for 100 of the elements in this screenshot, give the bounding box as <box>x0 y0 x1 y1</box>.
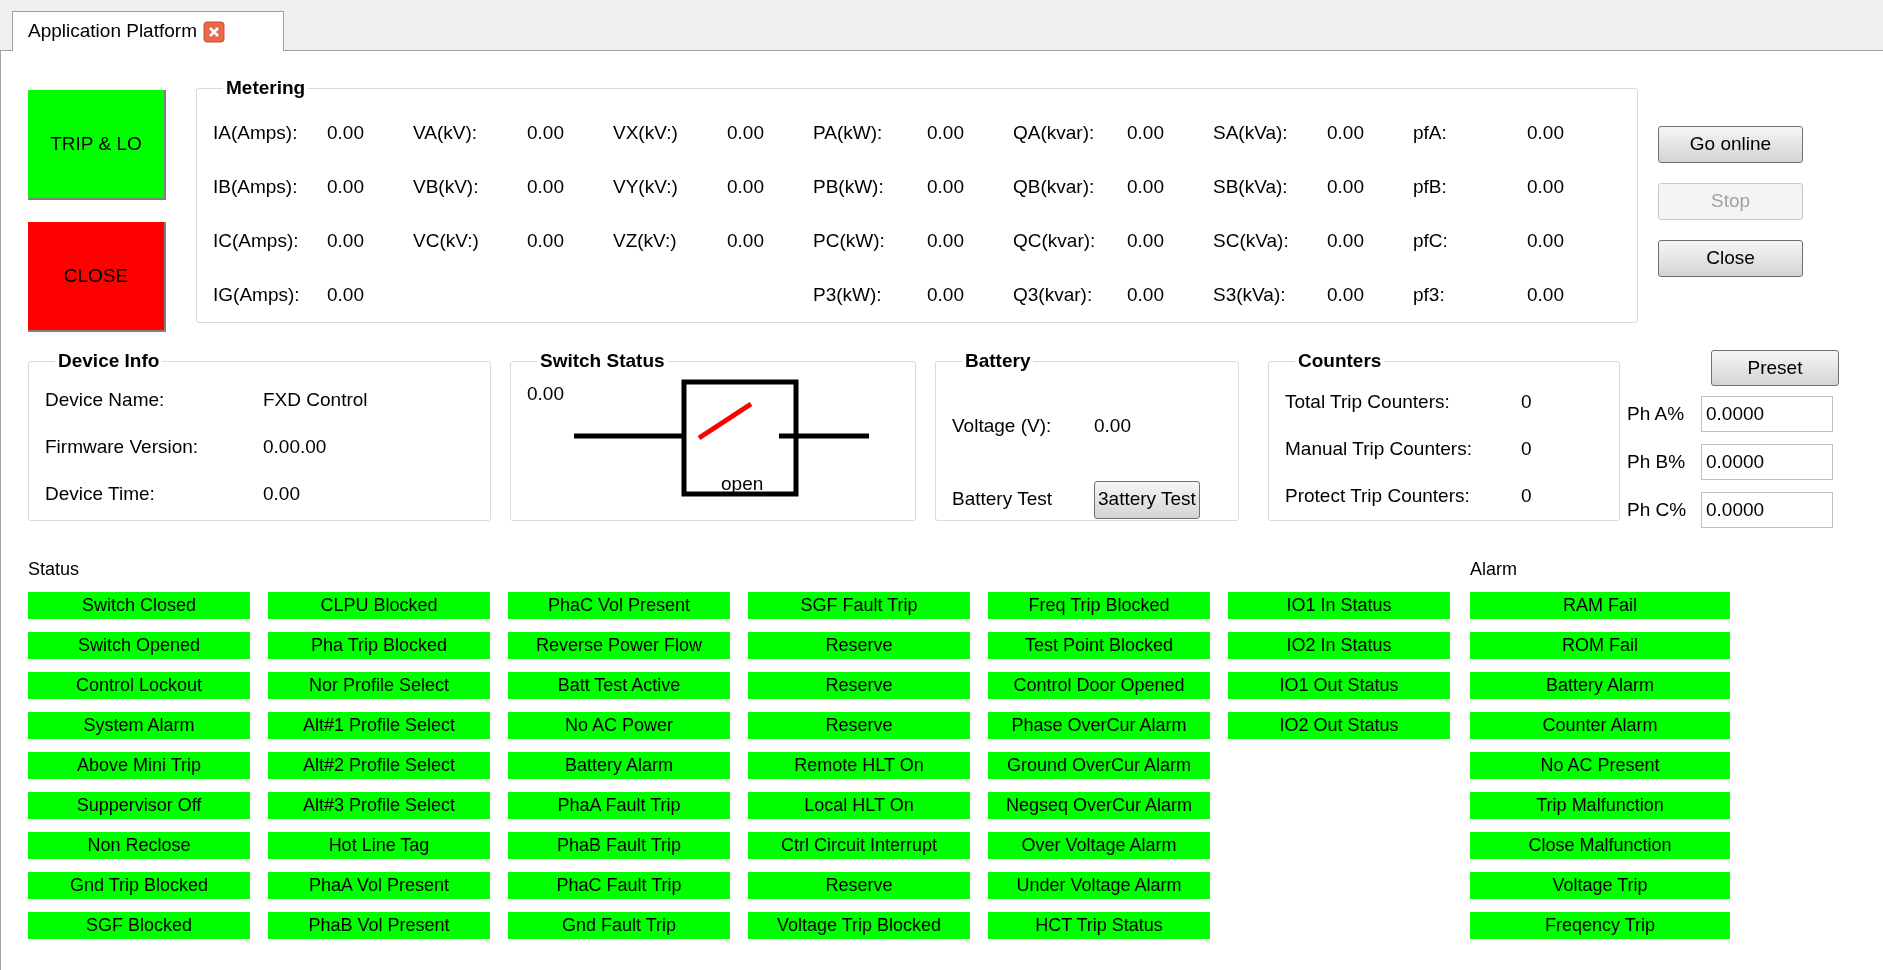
status-indicator: Switch Opened <box>28 632 250 659</box>
status-indicator: IO1 Out Status <box>1228 672 1450 699</box>
metering-label: VA(kV): <box>413 120 479 145</box>
command-button[interactable]: CLOSE <box>28 222 166 332</box>
input-field[interactable]: 0.0000 <box>1701 396 1833 432</box>
status-indicator: Hot Line Tag <box>268 832 490 859</box>
status-indicator: Suppervisor Off <box>28 792 250 819</box>
status-indicator: PhaB Vol Present <box>268 912 490 939</box>
status-indicator: PhaA Fault Trip <box>508 792 730 819</box>
status-indicator: PhaA Vol Present <box>268 872 490 899</box>
metering-label: pfA: <box>1413 120 1448 145</box>
metering-label: pfB: <box>1413 174 1448 199</box>
metering-value: 0.00 <box>1127 282 1164 307</box>
metering-value: 0.00 <box>327 174 364 199</box>
field-label: Total Trip Counters: <box>1285 390 1451 412</box>
field-label: Ph B% <box>1627 449 1687 474</box>
status-indicator: SGF Blocked <box>28 912 250 939</box>
status-indicator: Reserve <box>748 712 970 739</box>
alarm-indicator: Trip Malfunction <box>1470 792 1730 819</box>
metering-value: 0.00 <box>1327 228 1364 253</box>
field-label: Device Name: <box>45 388 166 410</box>
metering-label: S3(kVa): <box>1213 282 1287 307</box>
status-indicator: Above Mini Trip <box>28 752 250 779</box>
command-button[interactable]: TRIP & LO <box>28 90 166 200</box>
alarm-indicator: Voltage Trip <box>1470 872 1730 899</box>
alarm-indicator: No AC Present <box>1470 752 1730 779</box>
alarm-indicator: Counter Alarm <box>1470 712 1730 739</box>
status-indicator: Nor Profile Select <box>268 672 490 699</box>
status-indicator: System Alarm <box>28 712 250 739</box>
status-indicator: Ctrl Circuit Interrupt <box>748 832 970 859</box>
metering-value: 0.00 <box>527 228 564 253</box>
metering-label: SC(kVa): <box>1213 228 1290 253</box>
button[interactable]: Go online <box>1658 126 1803 163</box>
metering-value: 0.00 <box>1527 120 1564 145</box>
field-value: 0 <box>1521 437 1532 459</box>
field-label: Manual Trip Counters: <box>1285 437 1473 459</box>
status-indicator: Alt#2 Profile Select <box>268 752 490 779</box>
metering-value: 0.00 <box>1127 174 1164 199</box>
metering-label: VX(kV:) <box>613 120 679 145</box>
metering-value: 0.00 <box>527 174 564 199</box>
metering-label: Q3(kvar): <box>1013 282 1094 307</box>
field-label: Voltage (V): <box>952 414 1053 438</box>
status-indicator: Control Lockout <box>28 672 250 699</box>
field-label: Protect Trip Counters: <box>1285 484 1471 506</box>
metering-label: PC(kW): <box>813 228 886 253</box>
alarm-indicator: ROM Fail <box>1470 632 1730 659</box>
status-indicator: IO1 In Status <box>1228 592 1450 619</box>
close-icon[interactable] <box>202 20 225 43</box>
metering-label: pf3: <box>1413 282 1446 307</box>
status-indicator: No AC Power <box>508 712 730 739</box>
input-field[interactable]: 0.0000 <box>1701 444 1833 480</box>
metering-value: 0.00 <box>1327 174 1364 199</box>
metering-label: VY(kV:) <box>613 174 679 199</box>
status-indicator: Pha Trip Blocked <box>268 632 490 659</box>
status-indicator: SGF Fault Trip <box>748 592 970 619</box>
metering-value: 0.00 <box>927 174 964 199</box>
metering-value: 0.00 <box>1127 228 1164 253</box>
alarm-indicator: RAM Fail <box>1470 592 1730 619</box>
status-indicator: CLPU Blocked <box>268 592 490 619</box>
status-indicator: Reserve <box>748 672 970 699</box>
metering-value: 0.00 <box>927 282 964 307</box>
input-field[interactable]: 0.0000 <box>1701 492 1833 528</box>
metering-label: VC(kV:) <box>413 228 480 253</box>
metering-label: IA(Amps): <box>213 120 299 145</box>
section-title: Status <box>28 558 81 578</box>
status-indicator: Remote HLT On <box>748 752 970 779</box>
metering-value: 0.00 <box>927 120 964 145</box>
status-indicator: Gnd Fault Trip <box>508 912 730 939</box>
metering-value: 0.00 <box>1527 228 1564 253</box>
metering-value: 0.00 <box>1127 120 1164 145</box>
metering-value: 0.00 <box>727 120 764 145</box>
alarm-indicator: Freqency Trip <box>1470 912 1730 939</box>
metering-label: IG(Amps): <box>213 282 301 307</box>
metering-label: PA(kW): <box>813 120 884 145</box>
metering-value: 0.00 <box>527 120 564 145</box>
metering-value: 0.00 <box>327 282 364 307</box>
status-indicator: HCT Trip Status <box>988 912 1210 939</box>
alarm-indicator: Battery Alarm <box>1470 672 1730 699</box>
battery-test-button[interactable]: 3attery Test <box>1094 480 1200 519</box>
field-label: Firmware Version: <box>45 435 200 457</box>
field-value: 0.00 <box>263 482 300 504</box>
metering-label: PB(kW): <box>813 174 885 199</box>
field-value: 0.00 <box>1094 414 1131 438</box>
metering-label: P3(kW): <box>813 282 883 307</box>
field-label: Device Time: <box>45 482 156 504</box>
metering-value: 0.00 <box>327 120 364 145</box>
status-indicator: Non Reclose <box>28 832 250 859</box>
status-indicator: Negseq OverCur Alarm <box>988 792 1210 819</box>
metering-value: 0.00 <box>727 228 764 253</box>
metering-value: 0.00 <box>1327 282 1364 307</box>
group-title: Counters <box>1297 350 1383 372</box>
status-indicator: PhaC Fault Trip <box>508 872 730 899</box>
status-indicator: Reserve <box>748 872 970 899</box>
button[interactable]: Close <box>1658 240 1803 277</box>
metering-label: VB(kV): <box>413 174 480 199</box>
tab[interactable]: Application Platform <box>12 11 284 51</box>
metering-label: SB(kVa): <box>1213 174 1289 199</box>
preset-button[interactable]: Preset <box>1711 350 1839 386</box>
field-value: 0 <box>1521 484 1532 506</box>
status-indicator: Control Door Opened <box>988 672 1210 699</box>
